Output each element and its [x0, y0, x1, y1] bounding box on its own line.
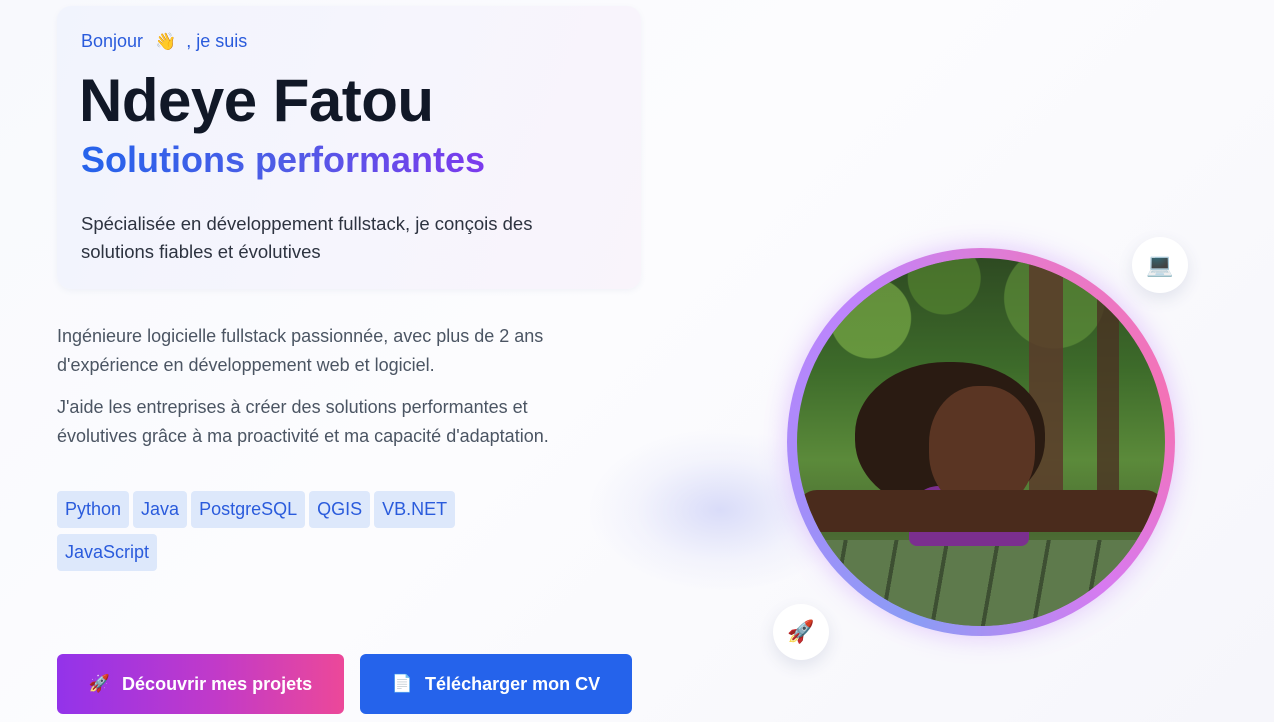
bio-paragraph: Ingénieure logicielle fullstack passionn…	[57, 326, 544, 375]
skill-tag: JavaScript	[57, 534, 158, 571]
document-icon: 📄	[391, 674, 414, 693]
rocket-icon: 🚀	[88, 674, 111, 693]
profile-photo-frame	[787, 248, 1175, 636]
download-cv-label: Télécharger mon CV	[425, 673, 601, 694]
discover-projects-label: Découvrir mes projets	[122, 673, 313, 694]
page-title: Ndeye Fatou	[79, 67, 434, 134]
laptop-icon: 💻	[1132, 237, 1188, 293]
skill-tag: Python	[57, 491, 130, 528]
greeting-prefix: Bonjour	[81, 31, 144, 51]
skills-list: Python Java PostgreSQL QGIS VB.NET JavaS…	[57, 491, 477, 571]
skill-tag: Java	[133, 491, 188, 528]
profile-photo	[797, 258, 1165, 626]
rocket-icon: 🚀	[773, 604, 829, 660]
discover-projects-button[interactable]: 🚀 Découvrir mes projets	[57, 654, 344, 714]
skill-tag: QGIS	[309, 491, 371, 528]
skill-tag: PostgreSQL	[191, 491, 306, 528]
tagline: Solutions performantes	[81, 139, 486, 180]
greeting-suffix: , je suis	[186, 31, 248, 51]
intro-description: Spécialisée en développement fullstack, …	[81, 213, 533, 262]
hero-section: Bonjour 👋 , je suis Ndeye Fatou Solution…	[0, 0, 1274, 722]
waving-hand-icon: 👋	[155, 31, 177, 51]
greeting: Bonjour 👋 , je suis	[81, 31, 247, 52]
download-cv-button[interactable]: 📄 Télécharger mon CV	[360, 654, 632, 714]
bio-paragraph: J'aide les entreprises à créer des solut…	[57, 397, 549, 446]
skill-tag: VB.NET	[374, 491, 456, 528]
